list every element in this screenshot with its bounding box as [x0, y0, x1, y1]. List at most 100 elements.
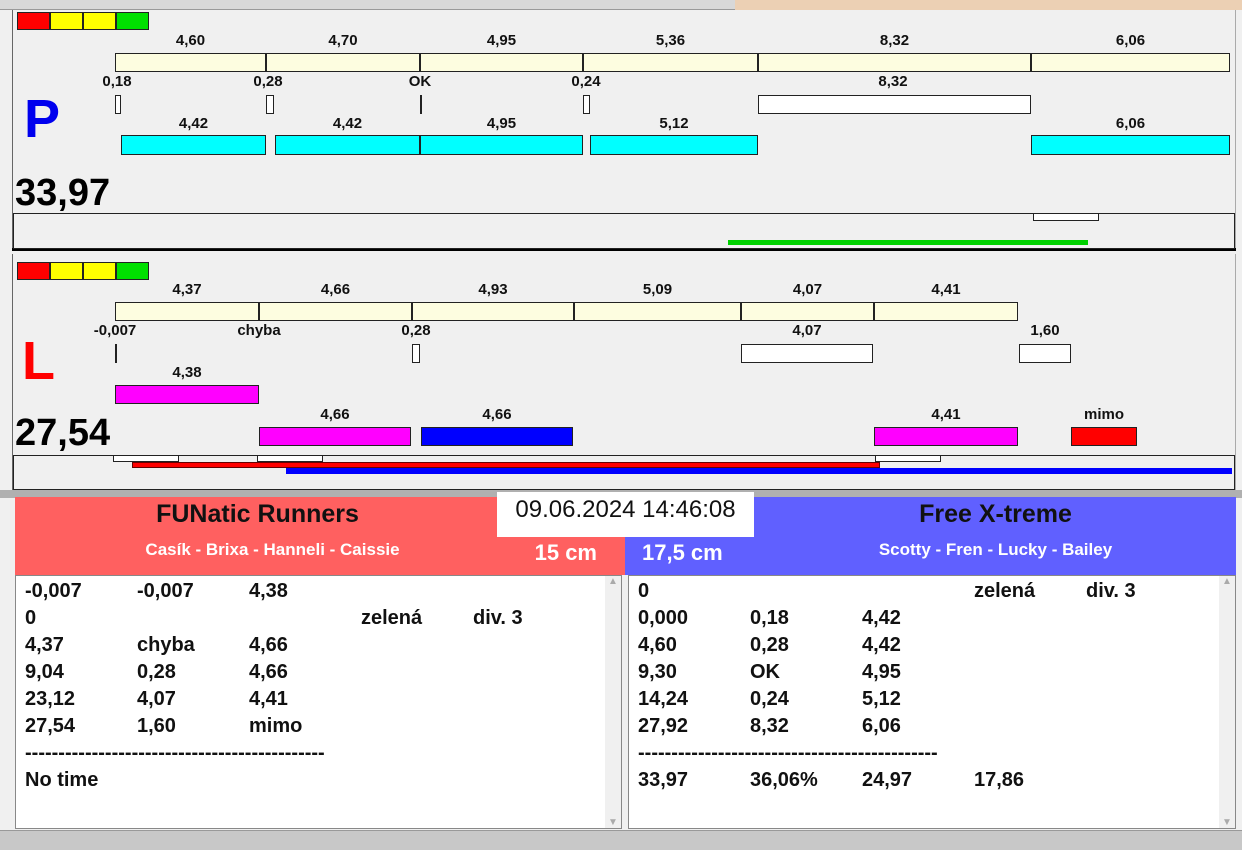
change-marker: [412, 344, 420, 363]
list-cell: ----------------------------------------…: [25, 742, 325, 764]
list-cell: 27,54: [25, 715, 76, 737]
right-team-dogs: Scotty - Fren - Lucky - Bailey: [878, 540, 1113, 559]
right-team-name: Free X-treme: [919, 500, 1072, 528]
change-label: 4,07: [792, 322, 822, 339]
list-cell: 0,000: [638, 607, 689, 629]
list-cell: 4,66: [249, 661, 288, 683]
split-bar: [420, 53, 583, 72]
list-cell: 24,97: [862, 769, 913, 791]
split-bar: [1031, 53, 1230, 72]
list-cell: 17,86: [974, 769, 1025, 791]
left-list-scrollbar[interactable]: ▲ ▼: [605, 576, 621, 828]
list-cell: ----------------------------------------…: [638, 742, 938, 764]
list-cell: 0: [25, 607, 37, 629]
split-bar: [741, 302, 874, 321]
dog-label: 4,66: [320, 406, 350, 423]
dog-run-bar: [259, 427, 411, 446]
list-cell: chyba: [137, 634, 195, 656]
list-cell: 6,06: [862, 715, 901, 737]
change-label: -0,007: [93, 322, 137, 339]
list-cell: 0,18: [750, 607, 789, 629]
list-cell: 14,24: [638, 688, 689, 710]
split-label: 6,06: [1115, 32, 1146, 49]
list-cell: 4,07: [137, 688, 176, 710]
split-bar: [874, 302, 1018, 321]
change-label: 0,24: [571, 73, 601, 90]
timeline-marker: [257, 455, 323, 462]
dog-label: 5,12: [659, 115, 689, 132]
right-list-scrollbar[interactable]: ▲ ▼: [1219, 576, 1235, 828]
split-label: 4,95: [486, 32, 517, 49]
dog-run-bar: [1071, 427, 1137, 446]
change-marker: [758, 95, 1031, 114]
list-cell: 9,04: [25, 661, 64, 683]
dog-label: 4,42: [332, 115, 363, 132]
split-label: 8,32: [879, 32, 910, 49]
timeline-marker: [1033, 213, 1099, 221]
blue-progress-line: [286, 468, 1232, 474]
list-cell: -0,007: [25, 580, 82, 602]
split-label: 4,07: [792, 281, 823, 298]
list-cell: 27,92: [638, 715, 689, 737]
change-marker: [420, 95, 422, 114]
dog-run-bar: [420, 135, 583, 155]
change-marker: [115, 95, 121, 114]
dog-label: mimo: [1083, 406, 1125, 423]
split-bar: [259, 302, 412, 321]
split-bar: [583, 53, 758, 72]
traffic-light-2: [83, 262, 116, 280]
lane-letter-l: L: [22, 331, 55, 391]
list-cell: 1,60: [137, 715, 176, 737]
change-label: 8,32: [878, 73, 908, 90]
bottom-total-time: 27,54: [15, 412, 111, 454]
split-label: 4,37: [172, 281, 202, 298]
change-marker: [741, 344, 873, 363]
list-cell: 4,66: [249, 634, 288, 656]
dog-run-bar: [275, 135, 420, 155]
split-bar: [758, 53, 1031, 72]
split-bar: [574, 302, 741, 321]
list-cell: 8,32: [750, 715, 789, 737]
list-cell: zelená: [361, 607, 423, 629]
list-cell: 36,06%: [750, 769, 818, 791]
dog-label: 6,06: [1115, 115, 1146, 132]
list-cell: zelená: [974, 580, 1036, 602]
timeline-marker: [113, 455, 179, 462]
tab-strip[interactable]: [0, 0, 735, 10]
change-label: 1,60: [1030, 322, 1060, 339]
list-cell: 5,12: [862, 688, 901, 710]
traffic-light-1: [50, 12, 83, 30]
traffic-light-3: [116, 12, 149, 30]
change-marker: [266, 95, 274, 114]
right-results-list[interactable]: ▲ ▼ 0 zelená div. 3 0,000 0,18 4,42 4,60 0,28 4,4…: [628, 575, 1236, 829]
right-team-height: 17,5 cm: [642, 540, 723, 565]
list-cell: 4,41: [249, 688, 288, 710]
left-team-dogs: Casík - Brixa - Hanneli - Caissie: [145, 540, 400, 559]
list-cell: 4,60: [638, 634, 677, 656]
list-cell: No time: [25, 769, 99, 791]
dog-label: 4,66: [482, 406, 512, 423]
list-cell: 4,95: [862, 661, 901, 683]
dog-run-bar: [874, 427, 1018, 446]
split-label: 4,41: [931, 281, 961, 298]
left-results-list[interactable]: ▲ ▼ -0,007 -0,007 4,38 0 zelená div. 3 4,37 chyb…: [15, 575, 622, 829]
change-label: 0,18: [102, 73, 132, 90]
dog-label: 4,42: [178, 115, 209, 132]
list-cell: mimo: [249, 715, 303, 737]
change-marker: [115, 344, 117, 363]
list-cell: 0,24: [750, 688, 789, 710]
split-label: 5,09: [642, 281, 673, 298]
list-cell: 33,97: [638, 769, 689, 791]
split-bar: [412, 302, 574, 321]
dog-label: 4,95: [486, 115, 517, 132]
list-cell: 0,28: [750, 634, 789, 656]
dog-run-bar: [590, 135, 758, 155]
split-label: 4,66: [320, 281, 351, 298]
list-cell: 23,12: [25, 688, 76, 710]
tab-strip-filler: [735, 0, 1242, 10]
split-bar: [266, 53, 420, 72]
lane-letter-p: P: [24, 89, 61, 149]
change-marker: [583, 95, 590, 114]
split-bar: [115, 53, 266, 72]
list-cell: 0,28: [137, 661, 176, 683]
